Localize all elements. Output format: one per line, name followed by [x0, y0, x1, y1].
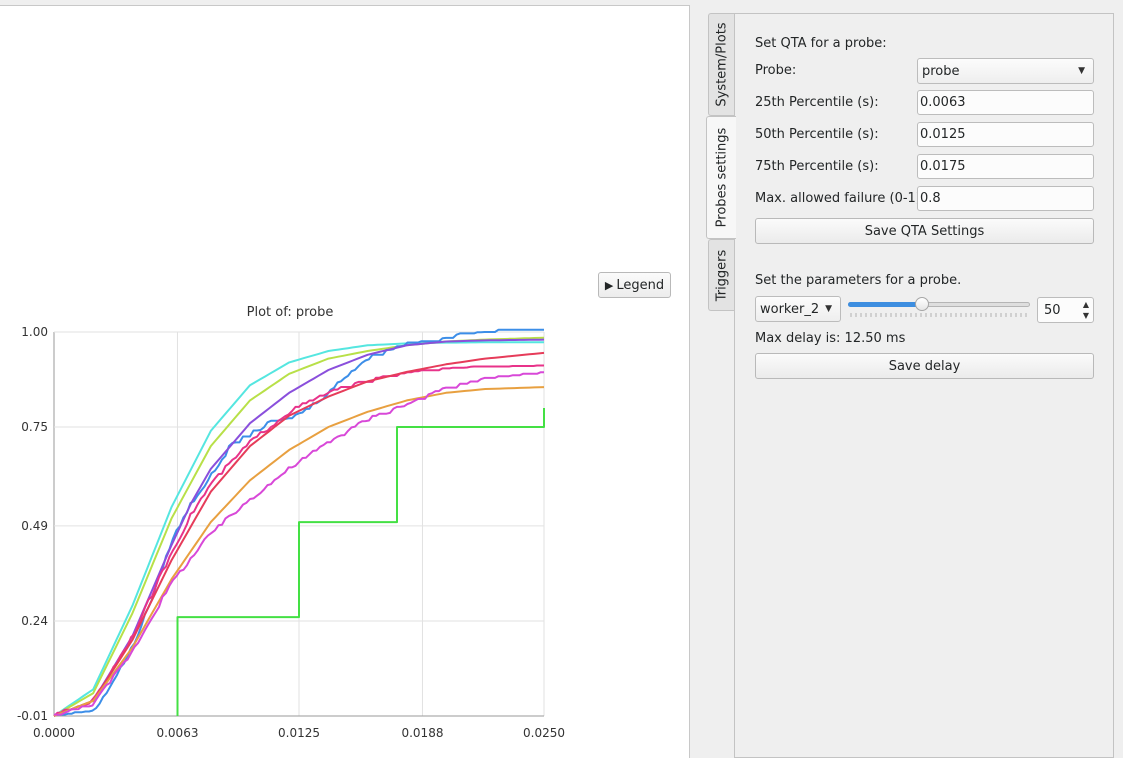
params-heading: Set the parameters for a probe.	[755, 273, 962, 288]
x-tick-label: 0.0063	[156, 726, 198, 740]
probe-label: Probe:	[755, 63, 797, 78]
cdf-chart: 0.0000 0.0063 0.0125 0.0188 0.0250 1.00 0.75 0.…	[17, 325, 565, 740]
x-tick-label: 0.0250	[523, 726, 565, 740]
x-tick-label: 0.0188	[401, 726, 443, 740]
delay-spinbox[interactable]: 50 ▲ ▼	[1037, 297, 1094, 323]
qta-heading: Set QTA for a probe:	[755, 36, 887, 51]
series-line-9	[176, 408, 545, 716]
tab-system-plots-label: System/Plots	[714, 22, 730, 107]
tab-probes-settings[interactable]: Probes settings	[706, 116, 736, 239]
spin-up-icon[interactable]: ▲	[1083, 300, 1089, 309]
max-delay-text: Max delay is: 12.50 ms	[755, 331, 906, 346]
tab-triggers[interactable]: Triggers	[708, 239, 735, 311]
y-tick-label: 0.49	[21, 519, 48, 533]
tab-probes-settings-label: Probes settings	[714, 127, 729, 228]
delay-slider-fill	[848, 302, 922, 307]
vertical-tab-bar: System/Plots Probes settings Triggers	[706, 13, 736, 313]
probe-select[interactable]: probe ▼	[917, 58, 1094, 84]
max-failure-input[interactable]: 0.8	[917, 186, 1094, 211]
save-qta-button[interactable]: Save QTA Settings	[755, 218, 1094, 244]
chevron-down-icon: ▼	[825, 304, 832, 314]
chevron-down-icon: ▼	[1078, 66, 1085, 76]
x-tick-label: 0.0125	[278, 726, 320, 740]
worker-select-value: worker_2	[760, 301, 820, 317]
x-tick-label: 0.0000	[33, 726, 75, 740]
p50-input[interactable]: 0.0125	[917, 122, 1094, 147]
p75-label: 75th Percentile (s):	[755, 159, 879, 174]
y-tick-label: 0.24	[21, 614, 48, 628]
p50-label: 50th Percentile (s):	[755, 127, 879, 142]
p25-label: 25th Percentile (s):	[755, 95, 879, 110]
tab-triggers-label: Triggers	[714, 249, 730, 301]
spin-down-icon[interactable]: ▼	[1083, 311, 1089, 320]
save-delay-button[interactable]: Save delay	[755, 353, 1094, 379]
p75-input[interactable]: 0.0175	[917, 154, 1094, 179]
y-tick-label: -0.01	[17, 709, 48, 723]
delay-slider-ticks	[850, 313, 1027, 317]
worker-select[interactable]: worker_2 ▼	[755, 296, 841, 322]
tab-system-plots[interactable]: System/Plots	[708, 13, 735, 116]
p25-input[interactable]: 0.0063	[917, 90, 1094, 115]
max-failure-label: Max. allowed failure (0-1):	[755, 191, 926, 206]
y-tick-label: 1.00	[21, 325, 48, 339]
probe-select-value: probe	[922, 63, 960, 79]
delay-slider-handle[interactable]	[915, 297, 929, 311]
y-tick-label: 0.75	[21, 420, 48, 434]
delay-spinbox-value: 50	[1044, 303, 1061, 318]
